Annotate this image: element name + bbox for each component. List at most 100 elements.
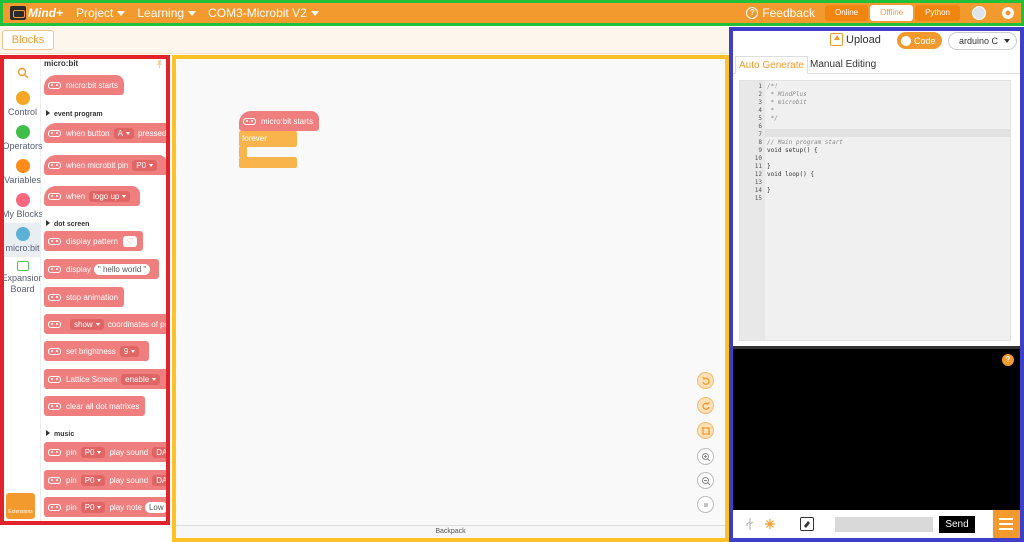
code-toolbar: Upload Code arduino C — [733, 31, 1020, 53]
tab-manual-editing[interactable]: Manual Editing — [807, 56, 879, 74]
category-my-blocks[interactable]: My Blocks — [2, 193, 43, 223]
serial-menu-button[interactable] — [993, 510, 1020, 538]
tab-auto-generate[interactable]: Auto Generate — [735, 56, 809, 74]
chip-icon — [48, 129, 61, 137]
block-when-logo-up[interactable]: when logo up — [44, 186, 141, 206]
app-logo[interactable]: Mind+ — [10, 3, 68, 23]
block-set-brightness[interactable]: set brightness 9 — [44, 341, 150, 361]
category-expansion-board[interactable]: Expansion Board — [1, 261, 44, 301]
menu-project[interactable]: Project — [76, 6, 126, 20]
menu-device-port[interactable]: COM3-Microbit V2 — [208, 6, 319, 20]
mode-switch: Online Offline Python — [824, 5, 962, 21]
category-variables[interactable]: Variables — [4, 159, 41, 189]
chip-icon — [48, 192, 61, 200]
clean-up-button[interactable] — [697, 422, 714, 439]
serial-input-bar: Send — [733, 510, 1020, 538]
chip-icon — [48, 293, 61, 301]
block-pin-play-note[interactable]: pin P0 play note Low — [44, 497, 166, 517]
zoom-in-icon — [701, 452, 710, 461]
forever-arm — [239, 147, 247, 157]
main-menu: Project Learning COM3-Microbit V2 — [76, 6, 331, 20]
workspace-block-microbit-starts[interactable]: micro:bit starts — [239, 111, 320, 131]
chevron-down-icon — [188, 10, 197, 16]
chip-icon — [243, 117, 256, 125]
category-operators[interactable]: Operators — [2, 125, 43, 155]
category-search[interactable] — [4, 63, 41, 87]
user-avatar[interactable] — [972, 6, 986, 20]
block-pin-play-sound-1[interactable]: pinP0play soundDADADADUM — [44, 442, 166, 462]
block-pin-play-sound-2[interactable]: pinP0play soundDADADADUM — [44, 470, 166, 490]
block-stop-animation[interactable]: stop animation — [44, 287, 125, 307]
undo-button[interactable] — [697, 372, 714, 389]
line-number: 11 — [754, 163, 762, 170]
block-display-pattern[interactable]: display pattern ♡ — [44, 231, 144, 251]
zoom-in-button[interactable] — [697, 448, 714, 465]
code-tabs: Auto Generate Manual Editing — [733, 54, 1020, 74]
language-select[interactable]: arduino C — [948, 32, 1017, 50]
block-display-text[interactable]: display " hello world " — [44, 259, 160, 279]
chip-icon — [48, 320, 61, 328]
serial-send-input[interactable] — [835, 517, 933, 532]
workspace-block-forever[interactable]: forever — [239, 131, 297, 169]
help-icon[interactable]: ? — [1002, 354, 1014, 366]
redo-icon — [701, 401, 710, 410]
block-when-button-pressed[interactable]: when button Apressed — [44, 123, 166, 143]
code-line: */ — [767, 115, 778, 122]
line-number: 7 — [758, 131, 762, 138]
block-lattice-screen[interactable]: Lattice Screen enable — [44, 369, 166, 389]
current-line-highlight — [765, 129, 1010, 137]
category-microbit[interactable]: micro:bit — [4, 223, 41, 257]
extensions-button[interactable]: Extensions — [6, 493, 35, 519]
pin-icon[interactable] — [155, 59, 164, 69]
chip-icon — [48, 476, 61, 484]
chip-icon — [48, 347, 61, 355]
crop-icon — [701, 426, 710, 435]
chip-icon — [48, 402, 61, 410]
tab-blocks[interactable]: Blocks — [2, 30, 54, 50]
mindplus-window: Mind+ Project Learning COM3-Microbit V2 … — [0, 0, 1024, 542]
block-show-coordinates[interactable]: showcoordinates of point — [44, 314, 166, 334]
line-number: 2 — [758, 91, 762, 98]
menu-line — [999, 523, 1013, 525]
block-microbit-starts[interactable]: micro:bit starts — [44, 75, 125, 95]
variables-dot-icon — [15, 159, 30, 173]
usb-icon[interactable] — [743, 517, 757, 531]
redo-button[interactable] — [697, 397, 714, 414]
gear-small-icon — [765, 519, 775, 529]
code-line: } — [767, 187, 771, 194]
zoom-out-button[interactable] — [697, 472, 714, 489]
chip-icon — [48, 237, 61, 245]
code-toggle-button[interactable]: Code — [897, 32, 942, 49]
mode-python[interactable]: Python — [915, 5, 960, 21]
line-number: 5 — [758, 115, 762, 122]
block-clear-dot-matrixes[interactable]: clear all dot matrixes — [44, 396, 146, 416]
send-button[interactable]: Send — [939, 516, 975, 533]
block-when-pin[interactable]: when microbit pin P0 — [44, 155, 166, 175]
menu-line — [999, 528, 1013, 530]
editor-tab-strip: Blocks — [0, 27, 729, 54]
zoom-reset-button[interactable] — [697, 496, 714, 513]
heart-pattern-icon[interactable]: ♡ — [123, 235, 138, 247]
category-bar: Control Operators Variables My Blocks mi… — [1, 59, 44, 521]
upload-button[interactable]: Upload — [830, 33, 881, 46]
mode-online[interactable]: Online — [824, 5, 869, 21]
settings-gear-icon[interactable] — [1000, 5, 1016, 21]
eraser-icon — [804, 521, 810, 528]
feedback-link[interactable]: ? Feedback — [746, 6, 815, 20]
code-editor[interactable]: 1 /*! 2 * MindPlus 3 * microbit 4 * 5 */ 6 7 8 //… — [739, 80, 1011, 341]
category-control[interactable]: Control — [4, 91, 41, 121]
mode-offline[interactable]: Offline — [870, 5, 914, 21]
clear-console-icon[interactable] — [800, 517, 814, 531]
serial-console[interactable]: ? — [733, 349, 1020, 510]
equals-icon — [703, 503, 708, 506]
microbit-icon — [15, 227, 30, 241]
robot-icon — [10, 6, 26, 20]
script-workspace[interactable]: micro:bit starts forever Backpack — [176, 59, 725, 538]
scroll-lock-icon[interactable] — [763, 517, 777, 531]
block-palette: micro:bit micro:bit starts event program… — [42, 59, 166, 521]
code-line: // Main program start — [767, 139, 843, 146]
menu-learning[interactable]: Learning — [137, 6, 197, 20]
control-dot-icon — [15, 91, 30, 105]
backpack-bar[interactable]: Backpack — [176, 525, 725, 538]
upload-icon — [830, 33, 843, 46]
